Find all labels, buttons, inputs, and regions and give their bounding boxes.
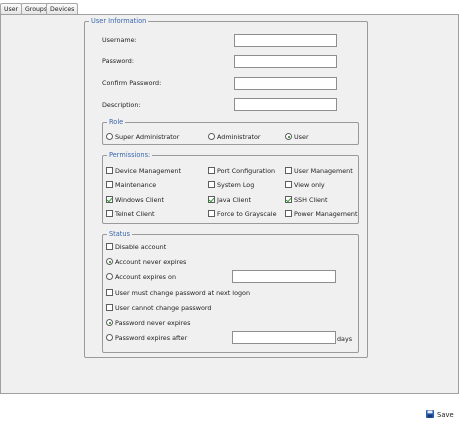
- checkbox[interactable]: [106, 167, 113, 174]
- permission-label: System Log: [217, 181, 255, 189]
- role-option-label: Administrator: [217, 133, 261, 141]
- must-change-password-checkbox[interactable]: [106, 289, 113, 296]
- cannot-change-password-option[interactable]: User cannot change password: [106, 304, 211, 313]
- permission-label: Force to Grayscale: [217, 210, 277, 218]
- role-option-label: Super Administrator: [115, 133, 180, 141]
- disable-account-label: Disable account: [115, 243, 167, 251]
- disable-account-checkbox[interactable]: [106, 243, 113, 250]
- description-label: Description:: [102, 101, 141, 109]
- checkbox[interactable]: [208, 196, 215, 203]
- confirm-password-field[interactable]: [234, 77, 337, 90]
- permission-label: Port Configuration: [217, 167, 276, 175]
- role-radio-super-administrator[interactable]: [106, 133, 113, 140]
- permission-label: User Management: [294, 167, 353, 175]
- role-option-label: User: [294, 133, 309, 141]
- permission-force-to-grayscale[interactable]: Force to Grayscale: [208, 210, 277, 219]
- permission-power-management[interactable]: Power Management: [285, 210, 357, 219]
- role-legend: Role: [109, 118, 124, 126]
- checkbox[interactable]: [106, 181, 113, 188]
- account-never-expires-radio[interactable]: [106, 258, 113, 265]
- checkbox[interactable]: [208, 167, 215, 174]
- permission-label: Java Client: [217, 196, 252, 204]
- status-legend: Status: [109, 230, 131, 238]
- role-option-administrator[interactable]: Administrator: [208, 133, 261, 142]
- password-never-expires-option[interactable]: Password never expires: [106, 319, 190, 328]
- permission-label: Maintenance: [115, 181, 157, 189]
- checkbox[interactable]: [285, 167, 292, 174]
- account-expires-on-option[interactable]: Account expires on: [106, 273, 176, 282]
- confirm-password-label: Confirm Password:: [102, 79, 162, 87]
- floppy-disk-icon: [426, 410, 434, 418]
- account-expires-on-label: Account expires on: [115, 273, 177, 281]
- checkbox[interactable]: [106, 210, 113, 217]
- disable-account-option[interactable]: Disable account: [106, 243, 166, 252]
- checkbox[interactable]: [285, 196, 292, 203]
- account-expires-on-date-field[interactable]: [232, 270, 336, 283]
- permission-windows-client[interactable]: Windows Client: [106, 196, 164, 205]
- permission-port-configuration[interactable]: Port Configuration: [208, 167, 275, 176]
- password-expires-after-days-field[interactable]: [232, 331, 336, 344]
- checkbox[interactable]: [106, 196, 113, 203]
- permission-telnet-client[interactable]: Telnet Client: [106, 210, 155, 219]
- description-field[interactable]: [234, 98, 337, 111]
- checkbox[interactable]: [208, 210, 215, 217]
- permissions-legend: Permissions:: [109, 151, 151, 159]
- permission-label: SSH Client: [294, 196, 328, 204]
- password-never-expires-radio[interactable]: [106, 319, 113, 326]
- checkbox[interactable]: [208, 181, 215, 188]
- permission-maintenance[interactable]: Maintenance: [106, 181, 156, 190]
- role-option-user[interactable]: User: [285, 133, 309, 142]
- account-never-expires-option[interactable]: Account never expires: [106, 258, 186, 267]
- role-option-super-administrator[interactable]: Super Administrator: [106, 133, 179, 142]
- permission-label: View only: [294, 181, 325, 189]
- checkbox[interactable]: [285, 181, 292, 188]
- password-field[interactable]: [234, 55, 337, 68]
- password-expires-after-radio[interactable]: [106, 334, 113, 341]
- permission-label: Power Management: [294, 210, 358, 218]
- permission-label: Device Management: [115, 167, 181, 175]
- cannot-change-password-label: User cannot change password: [115, 304, 212, 312]
- permission-system-log[interactable]: System Log: [208, 181, 254, 190]
- password-expires-after-label: Password expires after: [115, 334, 188, 342]
- permission-java-client[interactable]: Java Client: [208, 196, 251, 205]
- save-button[interactable]: Save: [426, 410, 454, 420]
- must-change-password-option[interactable]: User must change password at next logon: [106, 289, 250, 298]
- footer-bar: [0, 394, 460, 422]
- user-tab-panel: User Information Username: Password: Con…: [0, 14, 459, 394]
- permission-device-management[interactable]: Device Management: [106, 167, 181, 176]
- permission-ssh-client[interactable]: SSH Client: [285, 196, 327, 205]
- username-label: Username:: [102, 36, 137, 44]
- days-unit-label: days: [337, 335, 353, 343]
- password-expires-after-option[interactable]: Password expires after: [106, 334, 187, 343]
- permission-view-only[interactable]: View only: [285, 181, 325, 190]
- permission-label: Windows Client: [115, 196, 165, 204]
- password-never-expires-label: Password never expires: [115, 319, 191, 327]
- account-never-expires-label: Account never expires: [115, 258, 187, 266]
- checkbox[interactable]: [285, 210, 292, 217]
- permission-label: Telnet Client: [115, 210, 155, 218]
- cannot-change-password-checkbox[interactable]: [106, 304, 113, 311]
- must-change-password-label: User must change password at next logon: [115, 289, 251, 297]
- account-expires-on-radio[interactable]: [106, 273, 113, 280]
- save-label: Save: [437, 411, 454, 419]
- permission-user-management[interactable]: User Management: [285, 167, 353, 176]
- username-field[interactable]: [234, 34, 337, 47]
- user-information-legend: User Information: [91, 17, 147, 25]
- password-label: Password:: [102, 57, 135, 65]
- role-radio-user[interactable]: [285, 133, 292, 140]
- role-radio-administrator[interactable]: [208, 133, 215, 140]
